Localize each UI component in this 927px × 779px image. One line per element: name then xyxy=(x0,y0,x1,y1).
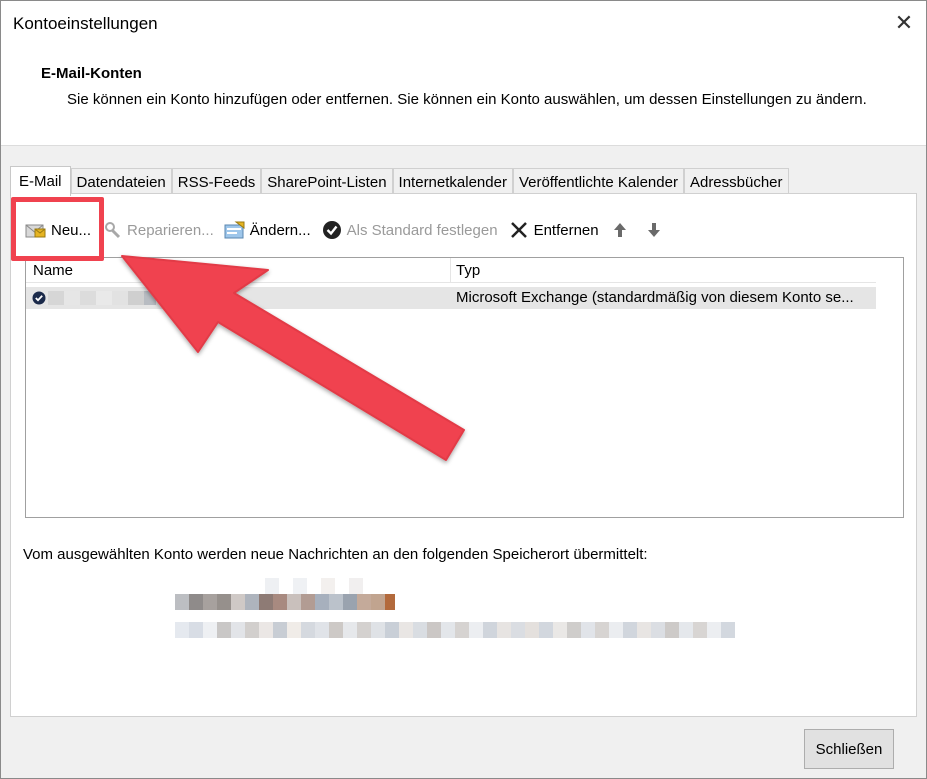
account-type-cell: Microsoft Exchange (standardmäßig von di… xyxy=(456,289,854,306)
new-account-button[interactable]: Neu... xyxy=(25,220,91,240)
list-header: Name Typ xyxy=(26,258,876,283)
title-bar: Kontoeinstellungen ✕ xyxy=(1,1,926,45)
repair-account-button[interactable]: Reparieren... xyxy=(101,220,214,240)
tab-email[interactable]: E-Mail xyxy=(10,166,71,196)
redacted-delivery-location-line-2 xyxy=(175,622,735,638)
move-down-button[interactable] xyxy=(643,220,669,240)
arrow-up-icon xyxy=(609,220,631,240)
change-account-button[interactable]: Ändern... xyxy=(224,220,311,240)
column-separator xyxy=(450,258,451,282)
tab-internet-calendars[interactable]: Internetkalender xyxy=(392,168,513,196)
section-description: Sie können ein Konto hinzufügen oder ent… xyxy=(67,91,867,108)
new-account-icon xyxy=(25,220,47,240)
change-account-label: Ändern... xyxy=(249,221,311,239)
tab-address-books[interactable]: Adressbücher xyxy=(683,168,789,196)
close-dialog-button[interactable]: Schließen xyxy=(804,729,894,769)
window-title: Kontoeinstellungen xyxy=(13,14,158,33)
remove-account-label: Entfernen xyxy=(533,221,599,239)
repair-account-label: Reparieren... xyxy=(127,221,214,239)
repair-icon xyxy=(101,220,123,240)
default-account-check-icon xyxy=(32,291,46,305)
tab-published-calendars[interactable]: Veröffentlichte Kalender xyxy=(512,168,684,196)
remove-x-icon xyxy=(508,220,530,240)
move-up-button[interactable] xyxy=(609,220,635,240)
account-toolbar: Neu... Reparieren... Ändern... Als Stand… xyxy=(25,218,677,242)
column-header-name[interactable]: Name xyxy=(33,258,73,282)
delivery-location-text: Vom ausgewählten Konto werden neue Nachr… xyxy=(23,546,648,563)
redacted-delivery-location-line-1 xyxy=(175,578,395,610)
set-default-button[interactable]: Als Standard festlegen xyxy=(321,220,498,240)
change-account-icon xyxy=(224,220,246,240)
set-default-label: Als Standard festlegen xyxy=(346,221,498,239)
remove-account-button[interactable]: Entfernen xyxy=(508,220,599,240)
arrow-down-icon xyxy=(643,220,665,240)
account-list[interactable]: Name Typ Microsoft Exchange (standardmäß… xyxy=(25,257,904,518)
new-account-label: Neu... xyxy=(51,221,92,239)
dialog-header: E-Mail-Konten Sie können ein Konto hinzu… xyxy=(1,45,926,146)
close-icon[interactable]: ✕ xyxy=(888,7,920,39)
tab-strip: E-Mail Datendateien RSS-Feeds SharePoint… xyxy=(10,166,789,196)
checkmark-circle-icon xyxy=(321,220,343,240)
tab-sharepoint-lists[interactable]: SharePoint-Listen xyxy=(261,168,393,196)
column-header-type[interactable]: Typ xyxy=(456,258,480,282)
email-tab-panel: Neu... Reparieren... Ändern... Als Stand… xyxy=(10,193,917,717)
tab-rss-feeds[interactable]: RSS-Feeds xyxy=(171,168,262,196)
tab-data-files[interactable]: Datendateien xyxy=(70,168,172,196)
redacted-account-name xyxy=(48,291,166,305)
account-row[interactable]: Microsoft Exchange (standardmäßig von di… xyxy=(26,287,876,309)
section-heading: E-Mail-Konten xyxy=(41,65,142,82)
